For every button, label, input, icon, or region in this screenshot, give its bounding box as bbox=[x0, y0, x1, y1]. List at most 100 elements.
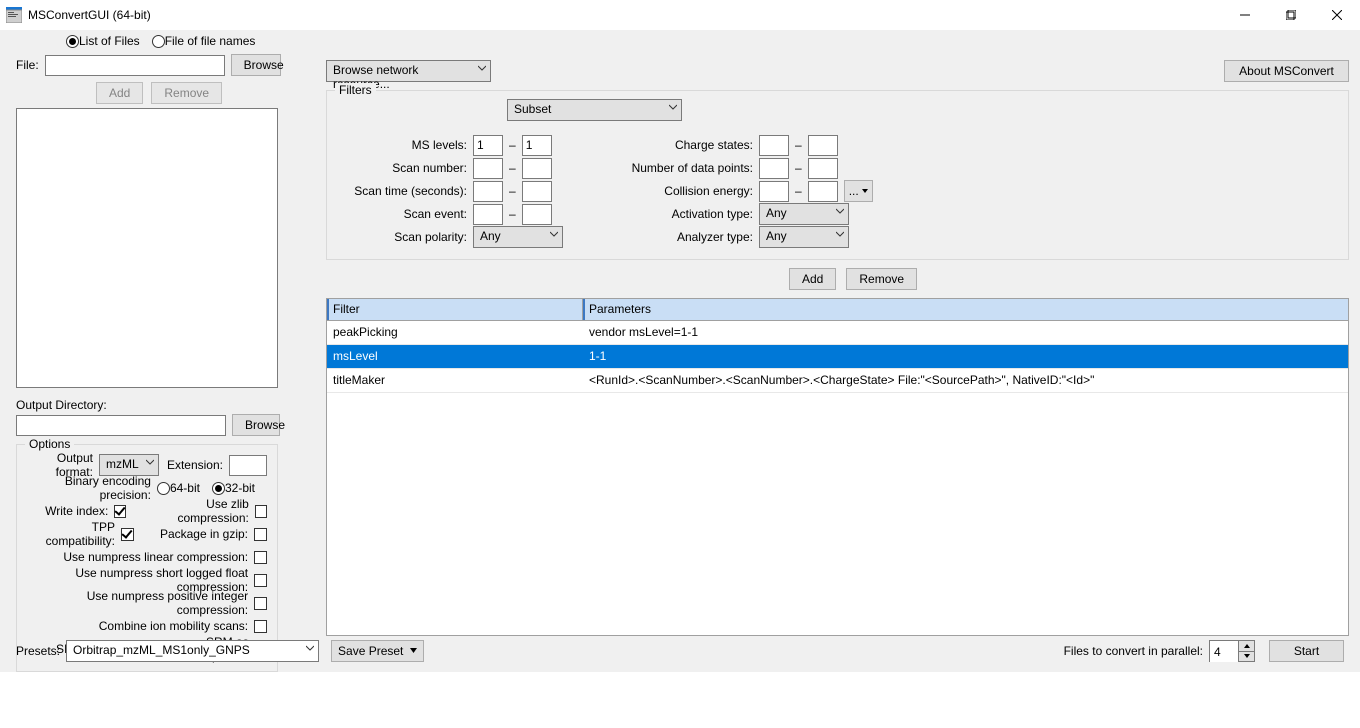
tpp-checkbox[interactable] bbox=[121, 528, 134, 541]
scantime-from-input[interactable] bbox=[473, 181, 503, 202]
table-row[interactable]: titleMaker <RunId>.<ScanNumber>.<ScanNum… bbox=[327, 369, 1348, 393]
combine-checkbox[interactable] bbox=[254, 620, 267, 633]
collision-from-input[interactable] bbox=[759, 181, 789, 202]
numlin-checkbox[interactable] bbox=[254, 551, 267, 564]
close-button[interactable] bbox=[1314, 0, 1360, 30]
scanevent-from-input[interactable] bbox=[473, 204, 503, 225]
parallel-label: Files to convert in parallel: bbox=[1064, 644, 1203, 658]
file-input[interactable] bbox=[45, 55, 225, 76]
ndata-label: Number of data points: bbox=[613, 161, 753, 175]
save-preset-button[interactable]: Save Preset bbox=[331, 640, 424, 662]
spin-up-icon[interactable] bbox=[1239, 641, 1254, 652]
scantime-to-input[interactable] bbox=[522, 181, 552, 202]
write-index-label: Write index: bbox=[27, 504, 108, 518]
file-label: File: bbox=[16, 58, 39, 72]
list-of-files-label: List of Files bbox=[79, 34, 140, 48]
output-format-combo[interactable]: mzML bbox=[99, 454, 159, 476]
gzip-label: Package in gzip: bbox=[148, 527, 248, 541]
options-legend: Options bbox=[25, 437, 74, 451]
filter-add-button[interactable]: Add bbox=[789, 268, 836, 290]
chevron-down-icon bbox=[306, 645, 314, 653]
chevron-down-icon bbox=[836, 231, 844, 239]
th-filter[interactable]: Filter bbox=[327, 299, 583, 320]
table-row[interactable]: msLevel 1-1 bbox=[327, 345, 1348, 369]
file-list[interactable] bbox=[16, 108, 278, 388]
table-row[interactable]: peakPicking vendor msLevel=1-1 bbox=[327, 321, 1348, 345]
collision-label: Collision energy: bbox=[613, 184, 753, 198]
ndata-from-input[interactable] bbox=[759, 158, 789, 179]
analyzer-label: Analyzer type: bbox=[613, 230, 753, 244]
scanpol-combo[interactable]: Any bbox=[473, 226, 563, 248]
maximize-button[interactable] bbox=[1268, 0, 1314, 30]
combine-label: Combine ion mobility scans: bbox=[27, 619, 248, 633]
parallel-spinner[interactable] bbox=[1209, 640, 1255, 662]
start-button[interactable]: Start bbox=[1269, 640, 1344, 662]
charge-label: Charge states: bbox=[613, 138, 753, 152]
presets-combo[interactable]: Orbitrap_mzML_MS1only_GNPS bbox=[66, 640, 319, 662]
mslevels-to-input[interactable] bbox=[522, 135, 552, 156]
output-dir-label: Output Directory: bbox=[16, 398, 107, 412]
zlib-checkbox[interactable] bbox=[255, 505, 267, 518]
filter-type-combo[interactable]: Subset bbox=[507, 99, 682, 121]
chevron-down-icon bbox=[478, 65, 486, 73]
scantime-label: Scan time (seconds): bbox=[337, 184, 467, 198]
file-of-names-radio[interactable]: File of file names bbox=[152, 34, 256, 48]
file-of-names-label: File of file names bbox=[165, 34, 256, 48]
extension-input[interactable] bbox=[229, 455, 267, 476]
scanevent-label: Scan event: bbox=[337, 207, 467, 221]
app-icon bbox=[6, 7, 22, 23]
chevron-down-icon bbox=[836, 208, 844, 216]
spin-down-icon[interactable] bbox=[1239, 652, 1254, 662]
ndata-to-input[interactable] bbox=[808, 158, 838, 179]
presets-label: Presets: bbox=[16, 644, 60, 658]
precision-32-radio[interactable]: 32-bit bbox=[212, 481, 255, 495]
precision-64-radio[interactable]: 64-bit bbox=[157, 481, 200, 495]
numpos-label: Use numpress positive integer compressio… bbox=[27, 589, 248, 617]
about-button[interactable]: About MSConvert bbox=[1224, 60, 1349, 82]
add-file-button[interactable]: Add bbox=[96, 82, 143, 104]
table-header: Filter Parameters bbox=[327, 299, 1348, 321]
charge-from-input[interactable] bbox=[759, 135, 789, 156]
precision-label: Binary encoding precision: bbox=[27, 474, 151, 502]
filters-table[interactable]: Filter Parameters peakPicking vendor msL… bbox=[326, 298, 1349, 636]
collision-to-input[interactable] bbox=[808, 181, 838, 202]
collision-more-button[interactable]: ... bbox=[844, 180, 873, 202]
scanevent-to-input[interactable] bbox=[522, 204, 552, 225]
remove-file-button[interactable]: Remove bbox=[151, 82, 222, 104]
activation-label: Activation type: bbox=[613, 207, 753, 221]
output-dir-input[interactable] bbox=[16, 415, 226, 436]
extension-label: Extension: bbox=[167, 458, 223, 472]
filter-remove-button[interactable]: Remove bbox=[846, 268, 917, 290]
zlib-label: Use zlib compression: bbox=[140, 497, 248, 525]
charge-to-input[interactable] bbox=[808, 135, 838, 156]
output-browse-button[interactable]: Browse bbox=[232, 414, 280, 436]
th-params[interactable]: Parameters bbox=[583, 299, 1348, 320]
numpos-checkbox[interactable] bbox=[254, 597, 267, 610]
chevron-down-icon bbox=[146, 459, 154, 467]
filters-fieldset: Filters Subset MS levels:– Scan number:–… bbox=[326, 90, 1349, 260]
scannum-to-input[interactable] bbox=[522, 158, 552, 179]
filters-legend: Filters bbox=[335, 83, 376, 97]
mslevels-label: MS levels: bbox=[337, 138, 467, 152]
mslevels-from-input[interactable] bbox=[473, 135, 503, 156]
tpp-label: TPP compatibility: bbox=[27, 520, 115, 548]
numshort-checkbox[interactable] bbox=[254, 574, 267, 587]
parallel-input[interactable] bbox=[1210, 641, 1238, 662]
chevron-down-icon bbox=[550, 231, 558, 239]
activation-combo[interactable]: Any bbox=[759, 203, 849, 225]
scannum-label: Scan number: bbox=[337, 161, 467, 175]
file-browse-button[interactable]: Browse bbox=[231, 54, 281, 76]
write-index-checkbox[interactable] bbox=[114, 505, 126, 518]
chevron-down-icon bbox=[669, 104, 677, 112]
scanpol-label: Scan polarity: bbox=[337, 230, 467, 244]
window-title: MSConvertGUI (64-bit) bbox=[28, 8, 151, 22]
analyzer-combo[interactable]: Any bbox=[759, 226, 849, 248]
options-fieldset: Options Output format: mzML Extension: B… bbox=[16, 444, 278, 672]
list-of-files-radio[interactable]: List of Files bbox=[66, 34, 140, 48]
network-resource-combo[interactable]: Browse network resource... bbox=[326, 60, 491, 82]
scannum-from-input[interactable] bbox=[473, 158, 503, 179]
minimize-button[interactable] bbox=[1222, 0, 1268, 30]
gzip-checkbox[interactable] bbox=[254, 528, 267, 541]
numlin-label: Use numpress linear compression: bbox=[27, 550, 248, 564]
titlebar: MSConvertGUI (64-bit) bbox=[0, 0, 1360, 30]
